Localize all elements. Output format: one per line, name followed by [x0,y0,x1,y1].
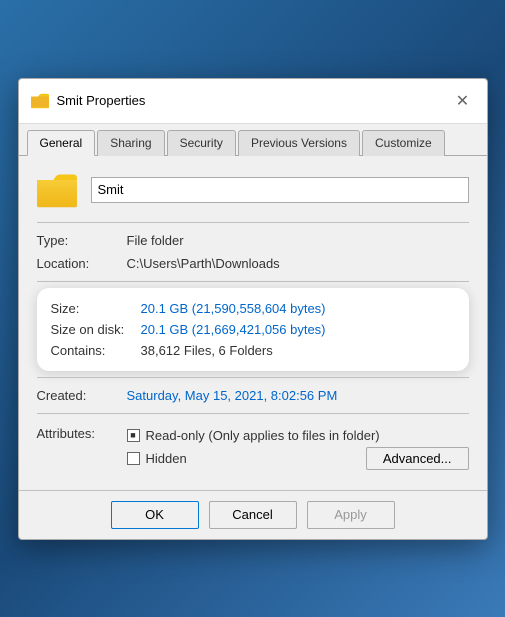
location-row: Location: C:\Users\Parth\Downloads [37,252,469,275]
readonly-checkbox[interactable] [127,429,140,442]
attributes-label: Attributes: [37,424,127,441]
location-value: C:\Users\Parth\Downloads [127,256,280,271]
dialog-title: Smit Properties [57,93,146,108]
tab-previous-versions[interactable]: Previous Versions [238,130,360,156]
tab-sharing[interactable]: Sharing [97,130,164,156]
size-row: Size: 20.1 GB (21,590,558,604 bytes) [51,298,455,319]
folder-icon-large [37,172,77,208]
title-bar: Smit Properties ✕ [19,79,487,124]
type-label: Type: [37,233,127,248]
attributes-controls: Read-only (Only applies to files in fold… [127,424,469,470]
hidden-checkbox[interactable] [127,452,140,465]
size-on-disk-value: 20.1 GB (21,669,421,056 bytes) [141,322,326,337]
contains-row: Contains: 38,612 Files, 6 Folders [51,340,455,361]
divider-3 [37,377,469,378]
divider-1 [37,222,469,223]
tab-customize[interactable]: Customize [362,130,445,156]
readonly-row: Read-only (Only applies to files in fold… [127,428,469,443]
hidden-row: Hidden [127,451,187,466]
tab-security[interactable]: Security [167,130,236,156]
contains-value: 38,612 Files, 6 Folders [141,343,273,358]
divider-4 [37,413,469,414]
folder-name-row [37,172,469,208]
type-value: File folder [127,233,184,248]
tab-general[interactable]: General [27,130,96,156]
advanced-button[interactable]: Advanced... [366,447,469,470]
size-on-disk-row: Size on disk: 20.1 GB (21,669,421,056 by… [51,319,455,340]
dialog-footer: OK Cancel Apply [19,490,487,539]
size-on-disk-label: Size on disk: [51,322,141,337]
title-folder-icon [31,93,49,109]
cancel-button[interactable]: Cancel [209,501,297,529]
hidden-label: Hidden [146,451,187,466]
tabs-bar: General Sharing Security Previous Versio… [19,124,487,156]
contains-label: Contains: [51,343,141,358]
apply-button[interactable]: Apply [307,501,395,529]
readonly-label: Read-only (Only applies to files in fold… [146,428,380,443]
type-row: Type: File folder [37,229,469,252]
location-label: Location: [37,256,127,271]
title-bar-left: Smit Properties [31,93,146,109]
properties-dialog: Smit Properties ✕ General Sharing Securi… [18,78,488,540]
close-button[interactable]: ✕ [451,89,475,113]
attributes-row: Attributes: Read-only (Only applies to f… [37,420,469,474]
ok-button[interactable]: OK [111,501,199,529]
folder-name-input[interactable] [91,177,469,203]
created-label: Created: [37,388,127,403]
size-value: 20.1 GB (21,590,558,604 bytes) [141,301,326,316]
size-label: Size: [51,301,141,316]
created-value: Saturday, May 15, 2021, 8:02:56 PM [127,388,338,403]
size-info-box: Size: 20.1 GB (21,590,558,604 bytes) Siz… [37,288,469,371]
created-row: Created: Saturday, May 15, 2021, 8:02:56… [37,384,469,407]
divider-2 [37,281,469,282]
tab-content: Type: File folder Location: C:\Users\Par… [19,156,487,490]
